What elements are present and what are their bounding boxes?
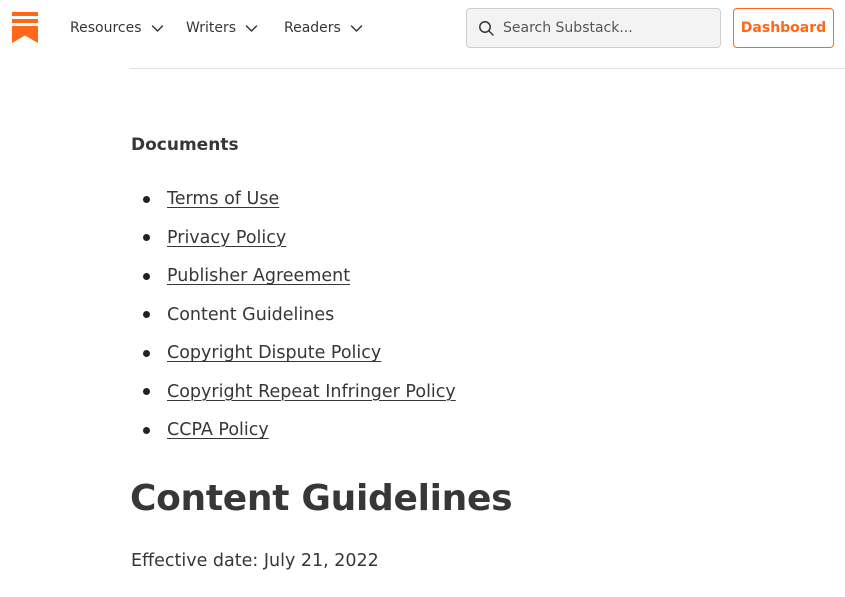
copyright-repeat-infringer-policy-link[interactable]: Copyright Repeat Infringer Policy: [167, 382, 456, 402]
bullet-icon: [143, 349, 150, 357]
nav-writers[interactable]: Writers: [186, 20, 258, 36]
header-divider: [130, 68, 845, 69]
ccpa-policy-link[interactable]: CCPA Policy: [167, 420, 269, 440]
search-box[interactable]: [466, 8, 721, 48]
nav-resources-label: Resources: [70, 20, 142, 36]
chevron-down-icon: [245, 22, 258, 35]
bullet-icon: [143, 195, 150, 203]
nav-readers[interactable]: Readers: [284, 20, 363, 36]
search-icon: [478, 20, 495, 37]
list-item: Privacy Policy: [131, 219, 456, 258]
substack-logo-icon[interactable]: [12, 12, 38, 43]
publisher-agreement-link[interactable]: Publisher Agreement: [167, 266, 350, 286]
bullet-icon: [143, 272, 150, 280]
terms-of-use-link[interactable]: Terms of Use: [167, 189, 279, 209]
list-item: Publisher Agreement: [131, 257, 456, 296]
search-input[interactable]: [503, 20, 713, 36]
list-item: Copyright Dispute Policy: [131, 334, 456, 373]
bullet-icon: [143, 388, 150, 396]
nav-resources[interactable]: Resources: [70, 20, 164, 36]
effective-date: Effective date: July 21, 2022: [131, 551, 379, 571]
privacy-policy-link[interactable]: Privacy Policy: [167, 228, 286, 248]
list-item: Copyright Repeat Infringer Policy: [131, 373, 456, 412]
documents-list: Terms of Use Privacy Policy Publisher Ag…: [131, 180, 456, 450]
copyright-dispute-policy-link[interactable]: Copyright Dispute Policy: [167, 343, 381, 363]
content-guidelines-current: Content Guidelines: [167, 304, 335, 325]
chevron-down-icon: [350, 22, 363, 35]
bullet-icon: [143, 426, 150, 434]
list-item: Terms of Use: [131, 180, 456, 219]
nav-readers-label: Readers: [284, 20, 341, 36]
page-title: Content Guidelines: [130, 478, 513, 519]
list-item: CCPA Policy: [131, 411, 456, 450]
bullet-icon: [143, 234, 150, 242]
nav-writers-label: Writers: [186, 20, 237, 36]
bullet-icon: [143, 311, 150, 319]
chevron-down-icon: [151, 22, 164, 35]
dashboard-button[interactable]: Dashboard: [733, 8, 834, 48]
documents-heading: Documents: [131, 135, 239, 155]
list-item: Content Guidelines: [131, 296, 456, 335]
